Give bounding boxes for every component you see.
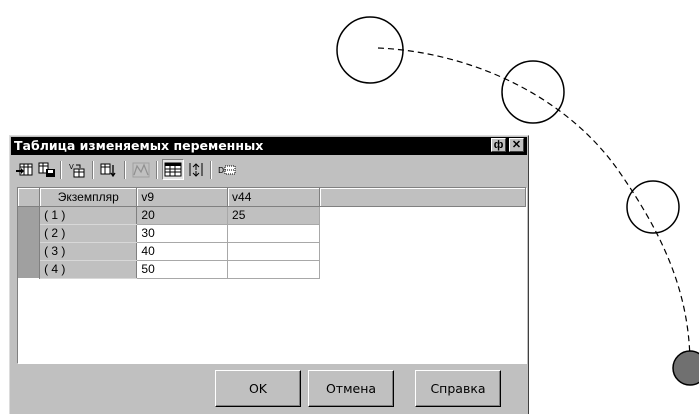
svg-text:V: V xyxy=(69,163,74,171)
instance-cell[interactable]: ( 2 ) xyxy=(39,224,138,243)
svg-text:D: D xyxy=(218,166,224,175)
column-header-empty xyxy=(319,188,526,207)
table-row[interactable]: ( 1 ) 20 25 xyxy=(18,206,526,225)
pin-button[interactable]: ф xyxy=(491,138,506,152)
v9-cell[interactable]: 50 xyxy=(136,260,229,279)
column-header-v44[interactable]: v44 xyxy=(227,188,320,207)
graph-icon xyxy=(132,162,150,177)
close-icon: ✕ xyxy=(511,139,522,151)
circle-2 xyxy=(501,60,565,124)
empty-cell xyxy=(319,206,525,224)
insert-variable-button[interactable]: V xyxy=(66,159,88,180)
window-titlebar[interactable]: Таблица изменяемых переменных xyxy=(11,137,527,155)
sort-variables-button[interactable] xyxy=(98,159,120,180)
instance-cell[interactable]: ( 4 ) xyxy=(39,260,138,279)
corner-cell xyxy=(18,188,41,207)
toolbar: V D xyxy=(12,157,526,183)
ok-button[interactable]: OK xyxy=(215,370,301,407)
header-row: Экземпляр v9 v44 xyxy=(18,188,526,207)
row-selector[interactable] xyxy=(18,242,41,260)
window-title: Таблица изменяемых переменных xyxy=(14,138,264,153)
save-table-button[interactable] xyxy=(36,159,58,180)
table-row[interactable]: ( 3 ) 40 xyxy=(18,242,526,261)
variable-order-icon: D xyxy=(218,165,236,175)
table-view-icon xyxy=(164,162,182,176)
graph-button[interactable] xyxy=(130,159,152,180)
insert-variable-icon: V xyxy=(69,163,85,177)
toolbar-separator xyxy=(210,161,212,179)
variables-table-window: Таблица изменяемых переменных ф ✕ V D Эк… xyxy=(9,135,529,414)
circle-1 xyxy=(336,16,404,84)
arrange-button[interactable] xyxy=(185,159,207,180)
open-table-icon xyxy=(16,163,33,175)
instance-cell[interactable]: ( 3 ) xyxy=(39,242,138,261)
open-table-button[interactable] xyxy=(14,159,36,180)
column-header-instance[interactable]: Экземпляр xyxy=(39,188,138,207)
empty-cell xyxy=(319,260,525,278)
circle-4 xyxy=(672,350,699,386)
cancel-button[interactable]: Отмена xyxy=(308,370,394,407)
table-row[interactable]: ( 4 ) 50 xyxy=(18,260,526,279)
toolbar-separator xyxy=(92,161,94,179)
arrange-icon xyxy=(189,162,203,177)
v44-cell[interactable] xyxy=(227,224,320,243)
row-selector[interactable] xyxy=(18,260,41,278)
v44-cell[interactable]: 25 xyxy=(227,206,320,225)
variables-grid: Экземпляр v9 v44 ( 1 ) 20 25 ( 2 ) 30 (… xyxy=(17,187,527,364)
v9-cell[interactable]: 40 xyxy=(136,242,229,261)
column-header-v9[interactable]: v9 xyxy=(136,188,229,207)
toolbar-separator xyxy=(60,161,62,179)
close-button[interactable]: ✕ xyxy=(509,138,524,152)
row-selector[interactable] xyxy=(18,224,41,242)
save-table-icon xyxy=(38,162,55,177)
pin-icon: ф xyxy=(493,139,504,151)
v44-cell[interactable] xyxy=(227,260,320,279)
instance-cell[interactable]: ( 1 ) xyxy=(39,206,138,225)
empty-cell xyxy=(319,224,525,242)
table-row[interactable]: ( 2 ) 30 xyxy=(18,224,526,243)
v9-cell[interactable]: 20 xyxy=(136,206,229,225)
v9-cell[interactable]: 30 xyxy=(136,224,229,243)
variable-order-button[interactable]: D xyxy=(216,159,238,180)
table-view-button[interactable] xyxy=(162,159,184,180)
toolbar-separator xyxy=(124,161,126,179)
sort-variables-icon xyxy=(100,163,116,177)
toolbar-separator xyxy=(156,161,158,179)
empty-cell xyxy=(319,242,525,260)
help-button[interactable]: Справка xyxy=(415,370,501,407)
v44-cell[interactable] xyxy=(227,242,320,261)
row-selector[interactable] xyxy=(18,206,41,224)
